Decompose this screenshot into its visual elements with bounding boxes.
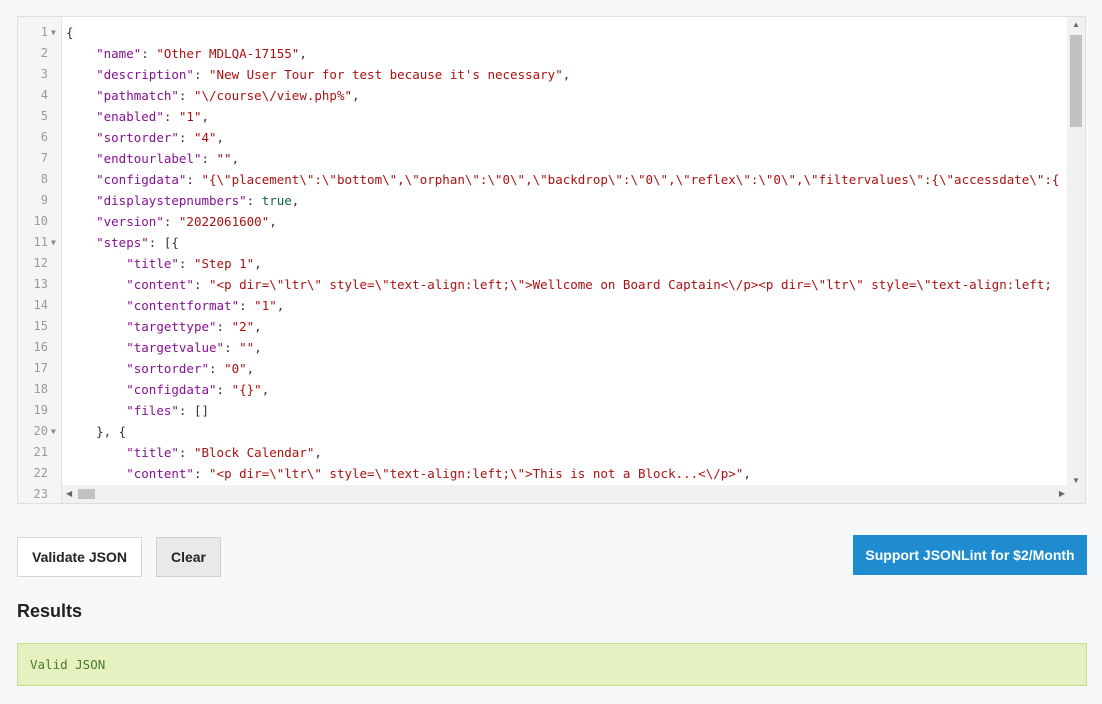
code-text: "description": "New User Tour for test b…	[96, 67, 571, 82]
code-line[interactable]: 6 "sortorder": "4",	[18, 127, 1069, 148]
code-text: "version": "2022061600",	[96, 214, 277, 229]
line-number: 13	[33, 277, 48, 291]
line-number: 5	[40, 109, 48, 123]
code-line[interactable]: 21 "title": "Block Calendar",	[18, 442, 1069, 463]
code-text: "files": []	[126, 403, 210, 418]
code-line[interactable]: 20 ▼ }, {	[18, 421, 1069, 442]
code-text: "contentformat": "1",	[126, 298, 285, 313]
horizontal-scrollbar[interactable]: ◀ ▶	[62, 485, 1069, 503]
line-number: 11	[33, 235, 48, 249]
line-number: 10	[33, 214, 48, 228]
code-line[interactable]: 22 "content": "<p dir=\"ltr\" style=\"te…	[18, 463, 1069, 484]
fold-toggle-icon[interactable]: ▼	[51, 232, 56, 253]
scroll-right-icon[interactable]: ▶	[1059, 490, 1065, 498]
results-heading: Results	[17, 601, 83, 621]
code-line[interactable]: 14 "contentformat": "1",	[18, 295, 1069, 316]
scrollbar-corner	[1067, 485, 1085, 503]
line-number: 17	[33, 361, 48, 375]
code-text: "displaystepnumbers": true,	[96, 193, 300, 208]
code-line[interactable]: 5 "enabled": "1",	[18, 106, 1069, 127]
line-number: 3	[40, 67, 48, 81]
json-editor[interactable]: 1 ▼{2 "name": "Other MDLQA-17155", 3 "desc…	[17, 16, 1086, 504]
code-line[interactable]: 13 "content": "<p dir=\"ltr\" style=\"te…	[18, 274, 1069, 295]
vertical-scroll-thumb[interactable]	[1070, 35, 1082, 127]
result-message: Valid JSON	[30, 657, 106, 672]
fold-toggle-icon[interactable]: ▼	[51, 421, 56, 442]
support-jsonlint-button[interactable]: Support JSONLint for $2/Month	[853, 535, 1087, 575]
line-number: 18	[33, 382, 48, 396]
code-line[interactable]: 3 "description": "New User Tour for test…	[18, 64, 1069, 85]
line-number: 15	[33, 319, 48, 333]
code-line[interactable]: 2 "name": "Other MDLQA-17155",	[18, 43, 1069, 64]
code-text: "configdata": "{\"placement\":\"bottom\"…	[96, 172, 1060, 187]
line-number: 1	[40, 25, 48, 39]
vertical-scrollbar[interactable]: ▲ ▼	[1067, 17, 1085, 487]
clear-button[interactable]: Clear	[156, 537, 221, 577]
code-text: "enabled": "1",	[96, 109, 210, 124]
line-number: 19	[33, 403, 48, 417]
line-number: 8	[40, 172, 48, 186]
code-line[interactable]: 8 "configdata": "{\"placement\":\"bottom…	[18, 169, 1069, 190]
code-line[interactable]: 4 "pathmatch": "\/course\/view.php%",	[18, 85, 1069, 106]
line-number: 2	[40, 46, 48, 60]
code-line[interactable]: 11 ▼ "steps": [{	[18, 232, 1069, 253]
code-line[interactable]: 18 "configdata": "{}",	[18, 379, 1069, 400]
code-line[interactable]: 10 "version": "2022061600",	[18, 211, 1069, 232]
line-number: 22	[33, 466, 48, 480]
validate-json-button[interactable]: Validate JSON	[17, 537, 142, 577]
code-line[interactable]: 7 "endtourlabel": "",	[18, 148, 1069, 169]
code-text: "configdata": "{}",	[126, 382, 270, 397]
code-text: "targetvalue": "",	[126, 340, 262, 355]
scroll-left-icon[interactable]: ◀	[66, 490, 72, 498]
line-number: 16	[33, 340, 48, 354]
code-line[interactable]: 15 "targettype": "2",	[18, 316, 1069, 337]
code-text: "targettype": "2",	[126, 319, 262, 334]
code-line[interactable]: 1 ▼ {	[18, 22, 1069, 43]
code-line[interactable]: 17 "sortorder": "0",	[18, 358, 1069, 379]
line-number: 9	[40, 193, 48, 207]
code-line[interactable]: 12 "title": "Step 1",	[18, 253, 1069, 274]
line-number: 23	[33, 487, 48, 501]
line-number: 7	[40, 151, 48, 165]
code-text: "content": "<p dir=\"ltr\" style=\"text-…	[126, 277, 1052, 292]
line-number: 14	[33, 298, 48, 312]
line-number: 6	[40, 130, 48, 144]
scroll-up-icon[interactable]: ▲	[1072, 21, 1080, 29]
line-number: 20	[33, 424, 48, 438]
code-text: "sortorder": "4",	[96, 130, 225, 145]
horizontal-scroll-thumb[interactable]	[78, 489, 95, 499]
line-number: 21	[33, 445, 48, 459]
code-text: "name": "Other MDLQA-17155",	[96, 46, 307, 61]
line-number: 12	[33, 256, 48, 270]
code-text: }, {	[66, 424, 127, 439]
code-text: "title": "Step 1",	[126, 256, 262, 271]
code-text: "endtourlabel": "",	[96, 151, 240, 166]
code-text: {	[66, 25, 74, 40]
scroll-down-icon[interactable]: ▼	[1072, 477, 1080, 485]
fold-toggle-icon[interactable]: ▼	[51, 22, 56, 43]
code-text: "content": "<p dir=\"ltr\" style=\"text-…	[126, 466, 751, 481]
code-line[interactable]: 9 "displaystepnumbers": true,	[18, 190, 1069, 211]
code-text: "steps": [{	[96, 235, 179, 250]
code-line[interactable]: 19 "files": []	[18, 400, 1069, 421]
code-line[interactable]: 16 "targetvalue": "",	[18, 337, 1069, 358]
line-number: 4	[40, 88, 48, 102]
code-text: "pathmatch": "\/course\/view.php%",	[96, 88, 360, 103]
code-text: "sortorder": "0",	[126, 361, 255, 376]
results-box: Valid JSON	[17, 643, 1087, 686]
code-text: "title": "Block Calendar",	[126, 445, 322, 460]
code-lines[interactable]: 1 ▼{2 "name": "Other MDLQA-17155", 3 "desc…	[18, 22, 1069, 503]
